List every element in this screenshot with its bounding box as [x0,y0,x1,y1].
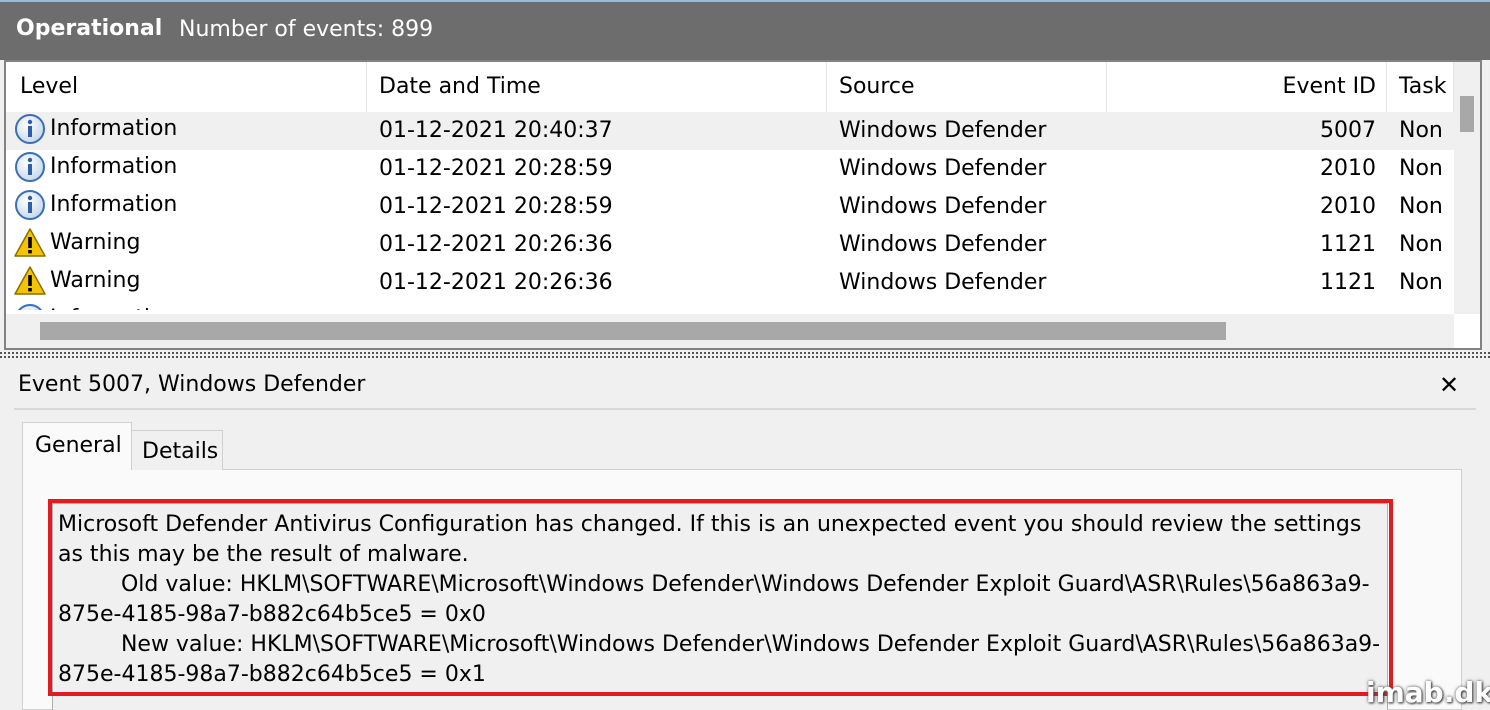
row-source: Windows Defender [839,232,1047,257]
row-level: Warning [14,226,364,264]
row-level-label: Warning [50,268,141,293]
row-datetime: 01-12-2021 20:26:36 [379,232,613,257]
column-event-id[interactable]: Event ID [1107,62,1387,112]
vertical-scroll-thumb[interactable] [1460,96,1474,132]
highlight-box [48,499,1393,696]
row-task: Non [1399,302,1454,310]
row-event-id: 2010 [1106,302,1376,310]
row-source: Windows Defender [839,156,1047,181]
column-task[interactable]: Task [1387,62,1454,112]
row-event-id: 1121 [1320,232,1376,257]
event-row[interactable]: Warning 01-12-2021 20:26:36 Windows Defend… [6,226,1454,264]
row-task: Non [1399,118,1443,143]
events-list: Level Date and Time Source Event ID Task… [4,60,1482,350]
event-row[interactable]: Information 01-12-2021 20:28:59 Windows De… [6,188,1454,226]
row-source: Windows Defender [839,302,1099,310]
event-row[interactable]: Information 01-12-2021 20:40:37 Windows De… [6,112,1454,150]
row-datetime: 01-12-2021 20:28:59 [379,156,613,181]
information-icon [14,113,46,145]
warning-icon [14,227,46,259]
row-level: Information [14,188,364,226]
vertical-scrollbar[interactable] [1454,62,1480,314]
pane-splitter[interactable] [0,352,1490,358]
column-header-row: Level Date and Time Source Event ID Task [6,62,1454,112]
horizontal-scrollbar[interactable] [6,314,1454,348]
information-icon [14,189,46,221]
row-level: Warning [14,264,364,302]
row-datetime: 01-12-2021 20:40:37 [379,118,613,143]
row-datetime: 01-12-2021 20:13:55 [379,302,819,310]
watermark: imab.dk [1366,676,1490,709]
row-task: Non [1399,270,1443,295]
row-level: Information [14,150,364,188]
row-task: Non [1399,156,1443,181]
row-source: Windows Defender [839,270,1047,295]
log-header: Operational Number of events: 899 [0,0,1490,56]
warning-icon [14,265,46,297]
row-event-id: 1121 [1320,270,1376,295]
tab-general[interactable]: General [22,422,132,470]
row-event-id: 5007 [1320,118,1376,143]
log-title: Operational [16,16,163,41]
event-detail-title: Event 5007, Windows Defender [18,372,366,397]
row-level-label: Information [50,302,177,310]
row-level-label: Information [50,116,178,141]
row-level-label: Information [50,192,178,217]
row-datetime: 01-12-2021 20:26:36 [379,270,613,295]
event-count: Number of events: 899 [179,17,434,42]
detail-divider [14,408,1476,410]
row-task: Non [1399,194,1443,219]
close-icon[interactable]: ✕ [1437,373,1461,397]
row-datetime: 01-12-2021 20:28:59 [379,194,613,219]
row-task: Non [1399,232,1443,257]
column-source[interactable]: Source [827,62,1107,112]
event-row[interactable]: Information 01-12-2021 20:28:59 Windows De… [6,150,1454,188]
row-source: Windows Defender [839,194,1047,219]
tab-details[interactable]: Details [131,430,223,470]
row-level: Information [14,302,364,310]
row-event-id: 2010 [1320,156,1376,181]
row-level-label: Warning [50,230,141,255]
event-row[interactable]: Warning 01-12-2021 20:26:36 Windows Defend… [6,264,1454,302]
horizontal-scroll-thumb[interactable] [40,322,1226,340]
information-icon [14,303,46,310]
column-level[interactable]: Level [6,62,367,112]
column-datetime[interactable]: Date and Time [367,62,827,112]
information-icon [14,151,46,183]
row-level-label: Information [50,154,178,179]
row-level: Information [14,112,364,150]
event-row[interactable]: Information 01-12-2021 20:13:55 Windows De… [6,302,1454,310]
row-source: Windows Defender [839,118,1047,143]
row-event-id: 2010 [1320,194,1376,219]
